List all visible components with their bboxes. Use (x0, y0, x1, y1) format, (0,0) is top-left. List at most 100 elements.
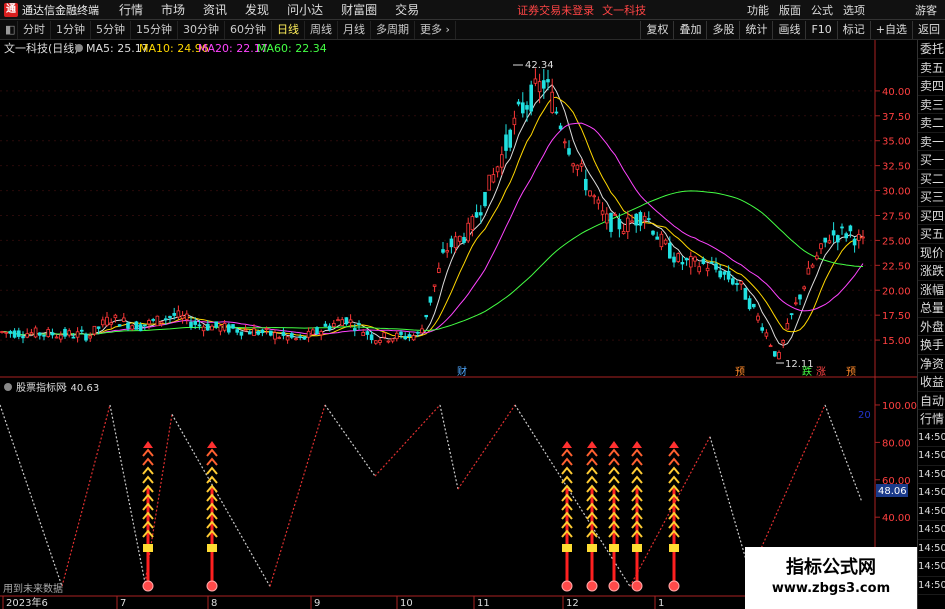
trade-login-link[interactable]: 证券交易未登录 (517, 2, 594, 18)
period-daily[interactable]: 日线 (272, 20, 305, 39)
menu-hangqing[interactable]: 行情 (119, 1, 143, 18)
candle-body (794, 302, 798, 305)
quote-panel-item[interactable]: 买三 (918, 188, 945, 207)
add-watchlist-button[interactable]: +自选 (869, 20, 912, 39)
fuquan-button[interactable]: 复权 (640, 20, 673, 39)
quote-panel-item[interactable]: 14:50 (918, 429, 945, 447)
overlay-button[interactable]: 叠加 (673, 20, 706, 39)
period-30min[interactable]: 30分钟 (178, 20, 225, 39)
candle-body (680, 262, 685, 265)
candle-body (533, 78, 538, 84)
menu-jiaoyi[interactable]: 交易 (395, 1, 419, 18)
quote-panel-item[interactable]: 14:50 (918, 521, 945, 540)
menu-zixun[interactable]: 资讯 (203, 1, 227, 18)
price-tick-label: 30.00 (882, 187, 911, 198)
stock-name-link[interactable]: 文一科技 (602, 2, 646, 18)
marker-up[interactable]: 涨 (816, 366, 826, 378)
chart-canvas[interactable]: 文一科技(日线) MA5: 25.17 MA10: 24.96 MA20: 22… (0, 40, 917, 609)
quote-panel-item[interactable]: 买五 (918, 225, 945, 244)
period-5min[interactable]: 5分钟 (91, 20, 131, 39)
quote-panel-item[interactable]: 自动 (918, 392, 945, 410)
candle-body (436, 267, 441, 273)
period-60min[interactable]: 60分钟 (225, 20, 272, 39)
candle-body (701, 258, 706, 264)
quote-panel-item[interactable]: 涨跌 (918, 262, 945, 281)
candle-body (390, 338, 395, 342)
candle-body (205, 323, 210, 331)
marker-forecast-2[interactable]: 预 (846, 366, 856, 378)
marker-forecast-1[interactable]: 预 (735, 366, 745, 378)
candle-body (521, 102, 525, 114)
quote-panel-item[interactable]: 14:50 (918, 540, 945, 558)
indicator-settings-icon[interactable] (4, 383, 12, 391)
candle-body (600, 210, 605, 215)
f10-button[interactable]: F10 (805, 20, 836, 39)
quote-panel-item[interactable]: 卖四 (918, 77, 945, 96)
period-monthly[interactable]: 月线 (338, 20, 371, 39)
menu-faxian[interactable]: 发现 (245, 1, 269, 18)
candle-body (760, 327, 764, 331)
quote-panel-item[interactable]: 买四 (918, 207, 945, 225)
statistics-button[interactable]: 统计 (739, 20, 772, 39)
quote-panel-item[interactable]: 换手 (918, 336, 945, 355)
menu-shichang[interactable]: 市场 (161, 1, 185, 18)
quote-panel-item[interactable]: 卖一 (918, 133, 945, 151)
menu-gongshi[interactable]: 公式 (811, 2, 833, 18)
quote-panel-item[interactable]: 14:50 (918, 558, 945, 577)
quote-panel-item[interactable]: 14:50 (918, 503, 945, 521)
draw-line-button[interactable]: 画线 (772, 20, 805, 39)
settings-dot-icon[interactable] (75, 44, 83, 52)
marker-finance[interactable]: 财 (457, 365, 467, 378)
quote-panel-item[interactable]: 14:50 (918, 484, 945, 503)
quote-panel-item[interactable]: 收益 (918, 373, 945, 392)
toggle-panel-icon[interactable]: ◧ (0, 20, 18, 39)
back-button[interactable]: 返回 (912, 20, 945, 39)
period-1min[interactable]: 1分钟 (51, 20, 91, 39)
quote-panel-item[interactable]: 买二 (918, 170, 945, 188)
marker-down[interactable]: 跌 (802, 365, 812, 378)
quote-panel-item[interactable]: 买一 (918, 151, 945, 170)
period-weekly[interactable]: 周线 (305, 20, 338, 39)
menu-gongneng[interactable]: 功能 (747, 2, 769, 18)
quote-panel-item[interactable]: 委托 (918, 40, 945, 59)
period-more[interactable]: 更多 › (415, 20, 456, 39)
candle-body (46, 329, 50, 337)
mark-button[interactable]: 标记 (836, 20, 870, 39)
candle-body (546, 79, 550, 83)
quote-panel-item[interactable]: 总量 (918, 299, 945, 318)
quote-panel-item[interactable]: 14:50 (918, 466, 945, 484)
menu-caifuquan[interactable]: 财富圈 (341, 1, 377, 18)
candle-body (819, 243, 823, 250)
candle-body (42, 334, 46, 337)
quote-panel-item[interactable]: 外盘 (918, 318, 945, 336)
quote-panel-item[interactable]: 涨幅 (918, 281, 945, 299)
date-label: 1 (658, 598, 664, 609)
menu-xuanxiang[interactable]: 选项 (843, 2, 865, 18)
signal-block (632, 544, 642, 552)
menu-banmian[interactable]: 版面 (779, 2, 801, 18)
quote-panel-item[interactable]: 卖二 (918, 114, 945, 133)
candle-body (38, 332, 42, 336)
candle-body (428, 296, 433, 303)
menu-wenxiaoda[interactable]: 问小达 (287, 1, 323, 18)
period-15min[interactable]: 15分钟 (131, 20, 178, 39)
candle-body (155, 315, 160, 327)
period-multi[interactable]: 多周期 (371, 20, 415, 39)
indicator-title: 股票指标网 (16, 381, 66, 394)
quote-panel-item[interactable]: 14:50 (918, 577, 945, 595)
candle-body (168, 316, 172, 319)
signal-block (587, 544, 597, 552)
candle-body (25, 333, 29, 338)
quote-panel-item[interactable]: 现价 (918, 244, 945, 262)
quote-panel-item[interactable]: 卖三 (918, 96, 945, 114)
quote-panel-item[interactable]: 净资 (918, 355, 945, 373)
period-fenshi[interactable]: 分时 (18, 20, 51, 39)
candle-body (726, 270, 731, 280)
quote-panel-item[interactable]: 行情 (918, 410, 945, 429)
candle-body (12, 330, 17, 338)
quote-panel-item[interactable]: 14:50 (918, 447, 945, 466)
multi-stock-button[interactable]: 多股 (706, 20, 739, 39)
guest-button[interactable]: 游客 (915, 2, 937, 18)
candle-body (159, 321, 164, 324)
quote-panel-item[interactable]: 卖五 (918, 59, 945, 77)
